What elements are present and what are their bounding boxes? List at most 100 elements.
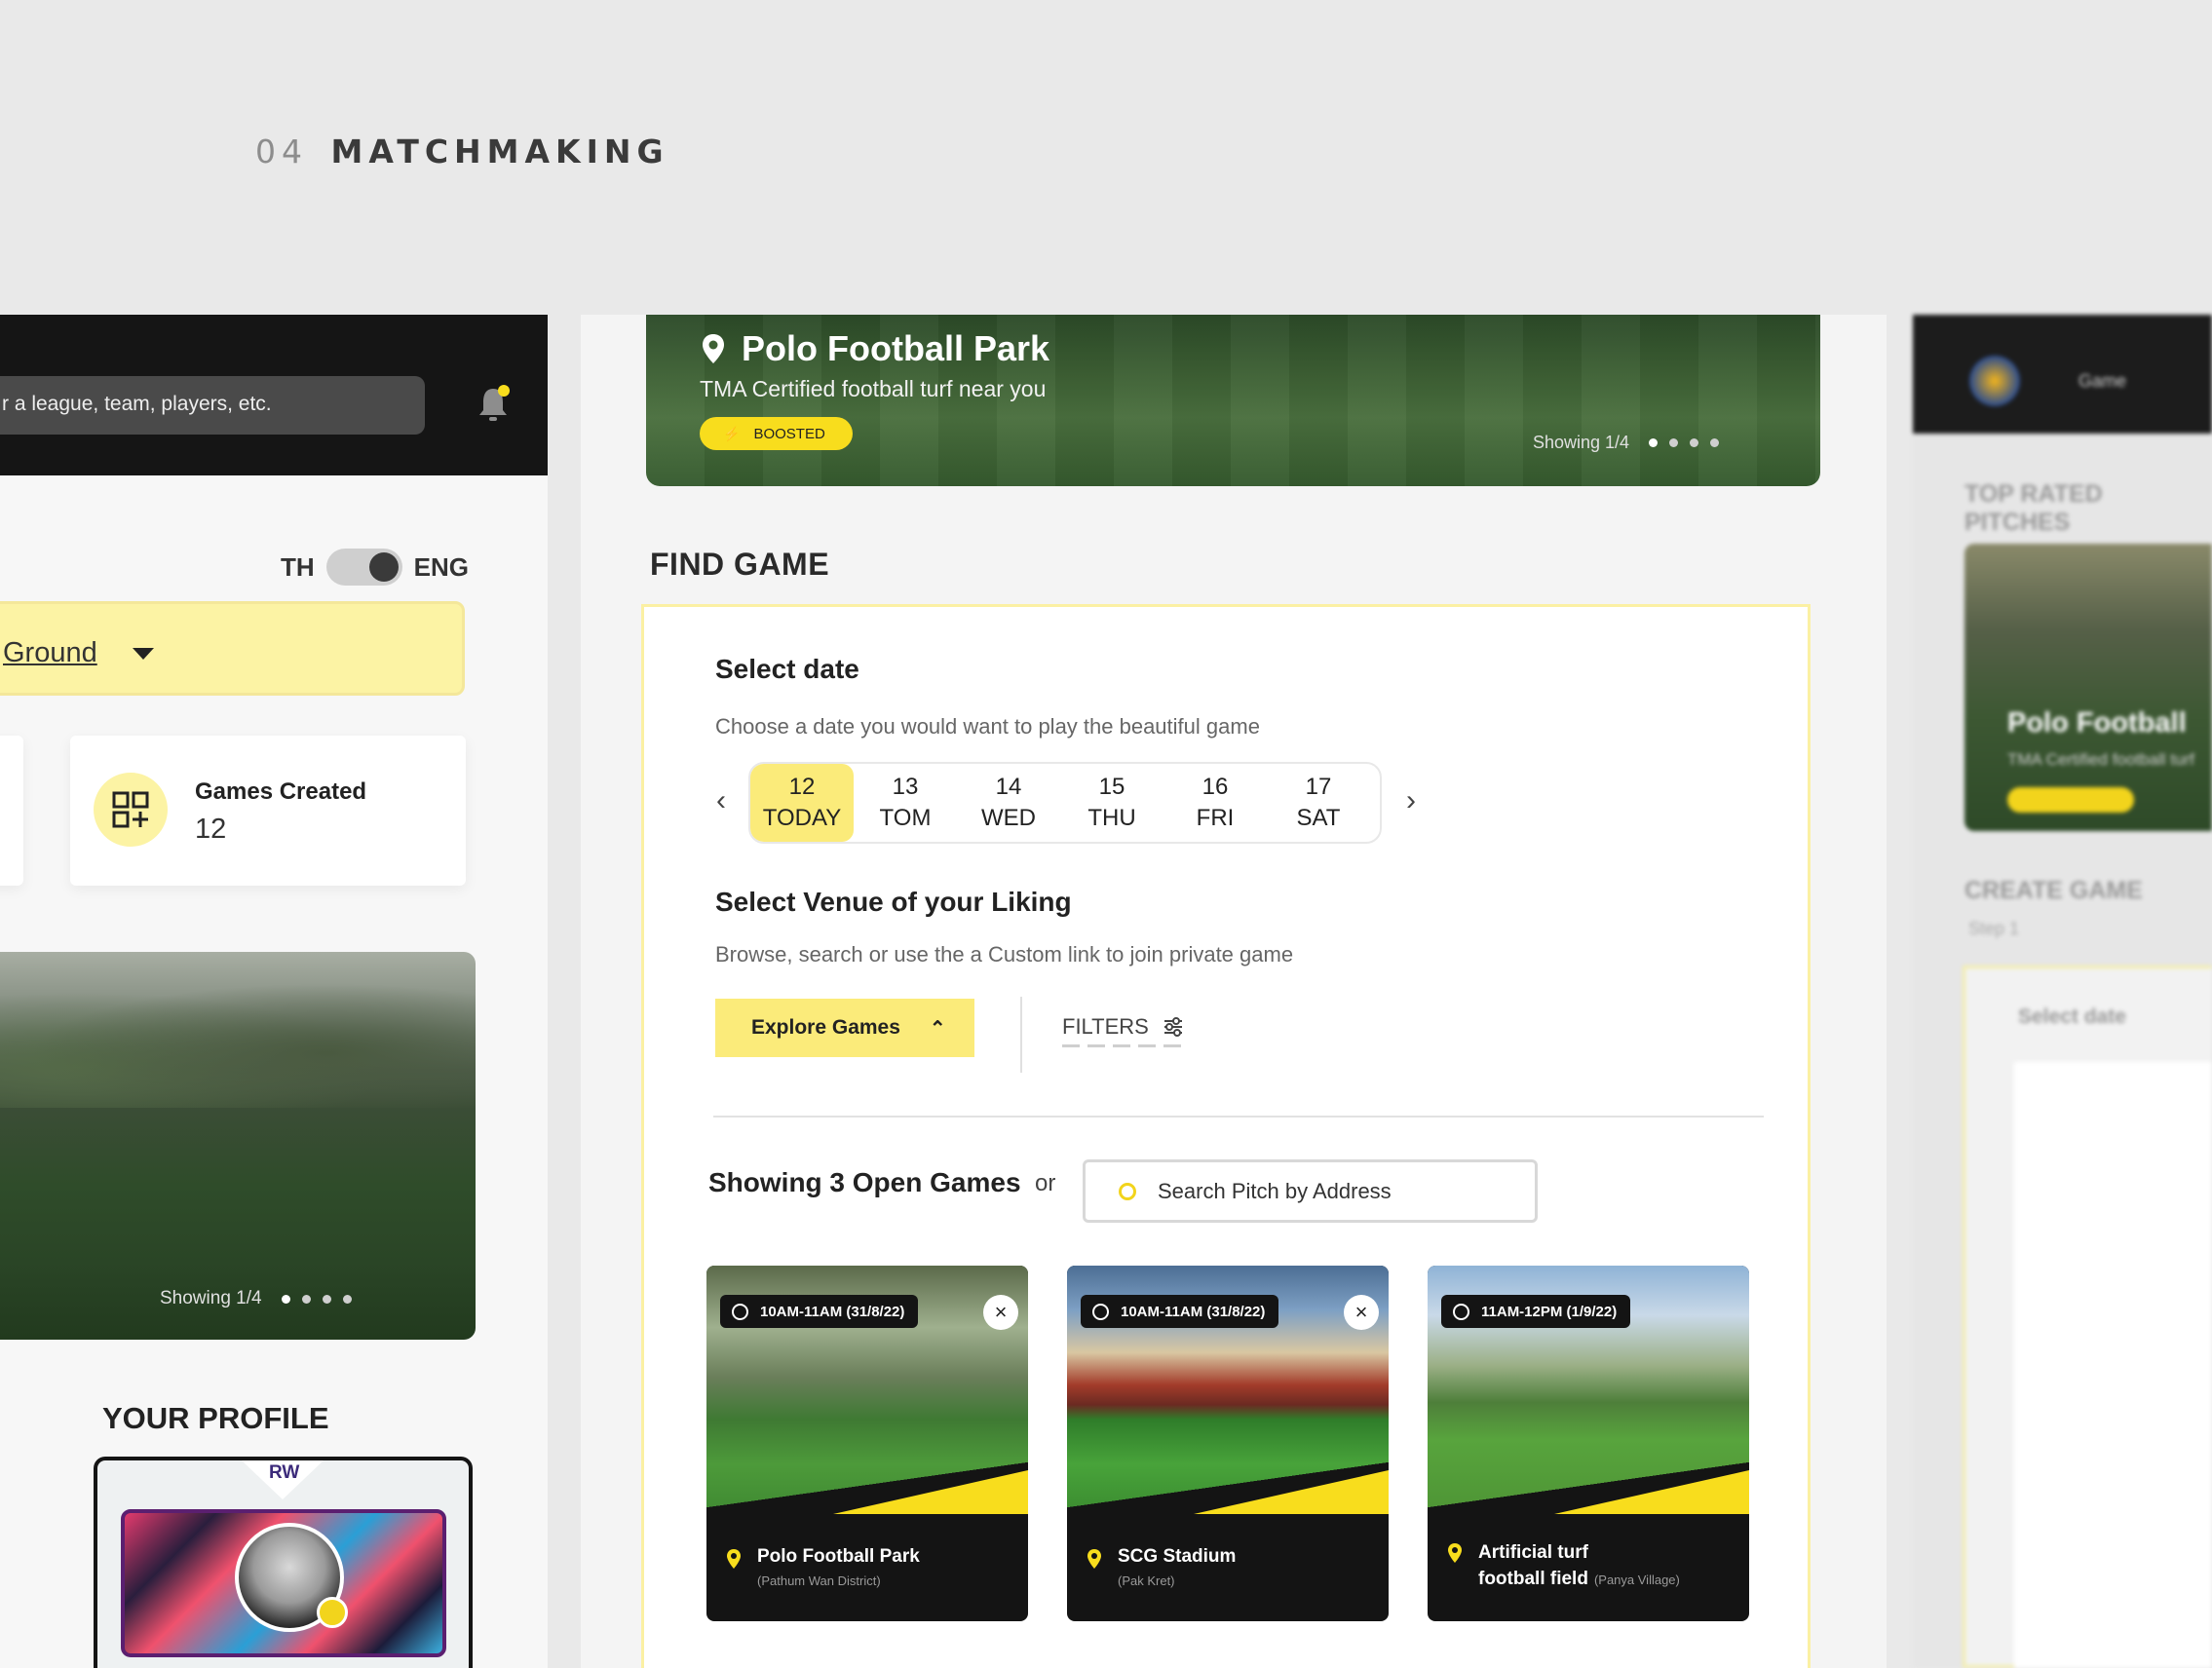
game-venue-name-line2-text: football field xyxy=(1478,1568,1588,1589)
clock-icon xyxy=(732,1303,748,1320)
date-option[interactable]: 17 SAT xyxy=(1267,764,1370,842)
date-option[interactable]: 13 TOM xyxy=(854,764,957,842)
profile-title: YOUR PROFILE xyxy=(102,1401,329,1435)
time-text: 11AM-12PM (1/9/22) xyxy=(1481,1303,1618,1320)
date-label: TOM xyxy=(879,805,932,831)
date-option-today[interactable]: 12 TODAY xyxy=(750,764,854,842)
stat-card-partial xyxy=(0,736,23,886)
chevron-up-double-icon: ⌃ xyxy=(929,1017,946,1040)
carousel-dot[interactable] xyxy=(1669,438,1679,447)
language-switch[interactable] xyxy=(325,549,402,586)
notification-bell-icon[interactable] xyxy=(476,383,511,426)
card-subtitle: TMA Certified football turf xyxy=(2007,750,2194,769)
clock-icon xyxy=(1453,1303,1469,1320)
time-badge: 10AM-11AM (31/8/22) xyxy=(720,1295,919,1328)
nav-item-game[interactable]: Game xyxy=(2079,371,2126,392)
location-pin-icon xyxy=(1448,1543,1462,1563)
carousel-dot[interactable] xyxy=(342,1294,352,1304)
time-text: 10AM-11AM (31/8/22) xyxy=(1121,1303,1266,1320)
carousel-indicator: Showing 1/4 xyxy=(1533,433,1731,453)
select-date-heading: Select date xyxy=(715,654,859,684)
filters-label: FILTERS xyxy=(1062,1014,1149,1039)
boosted-label: BOOSTED xyxy=(753,425,825,442)
select-date-label: Select date xyxy=(2018,1005,2126,1028)
carousel-dot[interactable] xyxy=(1649,438,1659,447)
profile-banner xyxy=(121,1509,446,1657)
date-picker: 12 TODAY 13 TOM 14 WED 15 THU 16 FRI 17 … xyxy=(748,762,1382,844)
ground-dropdown[interactable]: Ground xyxy=(0,601,465,696)
featured-subtitle: TMA Certified football turf near you xyxy=(700,376,1047,401)
stat-value: 12 xyxy=(195,814,227,845)
date-option[interactable]: 14 WED xyxy=(957,764,1060,842)
featured-pitch-banner[interactable]: Polo Football Park TMA Certified footbal… xyxy=(646,315,1820,486)
pitch-hero-image[interactable]: Showing 1/4 xyxy=(0,952,476,1340)
carousel-dots xyxy=(1649,438,1731,447)
showing-text: Showing 1/4 xyxy=(1533,433,1630,452)
explore-games-label: Explore Games xyxy=(751,1016,900,1039)
divider xyxy=(713,1116,1764,1118)
lang-eng-label: ENG xyxy=(413,551,470,582)
games-created-card: Games Created 12 xyxy=(70,736,466,886)
create-game-form: Select date xyxy=(1963,966,2212,1668)
explore-games-button[interactable]: Explore Games ⌃ xyxy=(715,999,974,1057)
caret-down-icon xyxy=(132,648,154,661)
featured-title: Polo Football Park xyxy=(701,328,1049,369)
app-logo[interactable] xyxy=(1969,356,2020,406)
step-indicator: Step 1 xyxy=(1968,919,2020,938)
carousel-dot[interactable] xyxy=(281,1294,290,1304)
date-label: TODAY xyxy=(762,805,842,831)
carousel-dot[interactable] xyxy=(1710,438,1720,447)
location-pin-icon xyxy=(703,334,724,363)
date-option[interactable]: 16 FRI xyxy=(1163,764,1267,842)
create-game-heading: CREATE GAME xyxy=(1964,877,2143,904)
date-label: THU xyxy=(1087,805,1136,831)
game-card[interactable]: 10AM-11AM (31/8/22) × Polo Football Park… xyxy=(706,1266,1028,1621)
find-game-heading: FIND GAME xyxy=(650,547,830,582)
carousel-dot[interactable] xyxy=(301,1294,311,1304)
game-venue-name-line2: football field (Panya Village) xyxy=(1478,1567,1680,1593)
top-bar: r a league, team, players, etc. xyxy=(0,315,548,475)
showing-text: Showing 1/4 xyxy=(160,1288,262,1308)
game-card[interactable]: 10AM-11AM (31/8/22) × SCG Stadium (Pak K… xyxy=(1067,1266,1389,1621)
boosted-badge: ⚡ BOOSTED xyxy=(700,417,853,450)
pitch-search-input[interactable]: Search Pitch by Address xyxy=(1083,1159,1538,1223)
chevron-right-icon[interactable]: › xyxy=(1406,784,1416,817)
language-toggle: TH ENG xyxy=(281,549,469,586)
game-card[interactable]: 11AM-12PM (1/9/22) Artificial turf footb… xyxy=(1428,1266,1749,1621)
carousel-dot[interactable] xyxy=(322,1294,331,1304)
date-day: 14 xyxy=(995,773,1022,800)
date-option[interactable]: 15 THU xyxy=(1060,764,1163,842)
close-icon[interactable]: × xyxy=(983,1295,1018,1330)
date-label: FRI xyxy=(1196,805,1235,831)
left-app-screen: r a league, team, players, etc. TH ENG G… xyxy=(0,315,548,1668)
date-day: 12 xyxy=(788,773,816,800)
find-game-form: Select date Choose a date you would want… xyxy=(641,604,1811,1668)
search-input[interactable]: r a league, team, players, etc. xyxy=(0,376,425,435)
find-game-screen: Polo Football Park TMA Certified footbal… xyxy=(581,315,1887,1668)
lang-th-label: TH xyxy=(281,551,315,582)
game-venue-location: (Pak Kret) xyxy=(1118,1573,1175,1588)
filters-button[interactable]: FILTERS xyxy=(1062,1014,1184,1040)
date-label: WED xyxy=(981,805,1036,831)
location-pin-icon xyxy=(727,1549,741,1569)
form-body xyxy=(2014,1062,2212,1668)
edit-avatar-icon[interactable] xyxy=(317,1597,348,1628)
date-day: 16 xyxy=(1201,773,1229,800)
time-badge: 11AM-12PM (1/9/22) xyxy=(1441,1295,1631,1328)
search-icon xyxy=(1119,1182,1136,1200)
boosted-badge xyxy=(2007,787,2134,813)
date-day: 17 xyxy=(1305,773,1332,800)
grid-add-icon xyxy=(94,773,168,847)
date-day: 13 xyxy=(892,773,919,800)
player-profile-card[interactable]: RW xyxy=(94,1457,473,1668)
clock-icon xyxy=(1092,1303,1109,1320)
close-icon[interactable]: × xyxy=(1344,1295,1379,1330)
trees-image xyxy=(0,971,476,1108)
section-title: MATCHMAKING xyxy=(330,133,669,171)
date-day: 15 xyxy=(1098,773,1125,800)
top-rated-card[interactable]: Polo Football TMA Certified football tur… xyxy=(1964,544,2212,831)
carousel-dot[interactable] xyxy=(1690,438,1699,447)
section-number: 04 xyxy=(255,133,308,171)
chevron-left-icon[interactable]: ‹ xyxy=(716,784,726,817)
game-venue-name-line1: Artificial turf xyxy=(1478,1542,1588,1563)
